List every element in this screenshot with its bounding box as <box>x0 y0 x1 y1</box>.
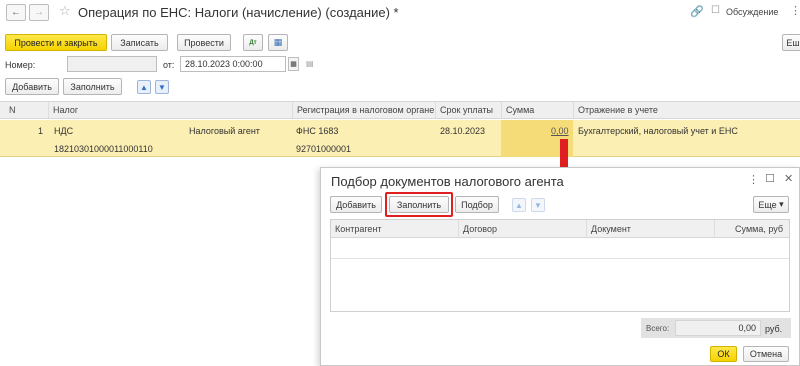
dt-kt-icon[interactable]: Дт <box>243 34 263 51</box>
post-and-close-button[interactable]: Провести и закрыть <box>5 34 107 51</box>
post-button[interactable]: Провести <box>177 34 231 51</box>
dialog-select-button[interactable]: Подбор <box>455 196 499 213</box>
total-value: 0,00 <box>675 320 761 336</box>
arrow-down-icon: ▼ <box>158 82 166 92</box>
ok-button[interactable]: ОК <box>710 346 737 362</box>
forward-button[interactable]: → <box>29 4 49 21</box>
arrow-down-icon: ▼ <box>534 200 542 210</box>
report-structure-icon[interactable]: ▦ <box>268 34 288 51</box>
dialog-title: Подбор документов налогового агента <box>331 174 564 189</box>
maximize-icon[interactable]: ☐ <box>765 172 775 185</box>
number-field[interactable] <box>67 56 157 72</box>
dialog-more-label: Еще <box>758 199 777 210</box>
column-header-tax[interactable]: Налог <box>48 102 292 118</box>
due-date-cell[interactable]: 28.10.2023 <box>440 126 485 136</box>
column-header-registration[interactable]: Регистрация в налоговом органе <box>292 102 435 118</box>
hint-icon[interactable]: ▤ <box>306 59 314 68</box>
dialog-move-down-button[interactable]: ▼ <box>531 198 545 212</box>
dialog-table-header: Контрагент Договор Документ Сумма, руб <box>331 220 789 238</box>
column-header-document[interactable]: Документ <box>586 220 631 237</box>
link-icon[interactable]: 🔗 <box>690 5 704 18</box>
more-menu-icon[interactable]: ⋮ <box>790 4 800 17</box>
currency-label: руб. <box>765 324 783 334</box>
date-field[interactable]: 28.10.2023 0:00:00 <box>180 56 286 72</box>
column-header-due-date[interactable]: Срок уплаты <box>435 102 501 118</box>
arrow-up-icon: ▲ <box>515 200 523 210</box>
column-header-n[interactable]: N <box>5 102 16 118</box>
kbk-cell[interactable]: 18210301000011000110 <box>54 144 153 154</box>
column-header-contract[interactable]: Договор <box>458 220 497 237</box>
column-header-counterparty[interactable]: Контрагент <box>331 220 382 237</box>
arrow-up-icon: ▲ <box>140 82 148 92</box>
column-header-accounting[interactable]: Отражение в учете <box>573 102 800 118</box>
registration-cell[interactable]: ФНС 1683 <box>296 126 338 136</box>
amount-cell[interactable]: 0,00 <box>551 126 569 136</box>
favorite-star-icon[interactable]: ☆ <box>59 3 71 19</box>
cancel-button[interactable]: Отмена <box>743 346 789 362</box>
total-label: Всего: <box>646 324 670 333</box>
accounting-cell[interactable]: Бухгалтерский, налоговый учет и ЕНС <box>578 126 738 136</box>
dialog-move-up-button[interactable]: ▲ <box>512 198 526 212</box>
tax-cell[interactable]: НДС <box>54 126 73 136</box>
column-header-amount[interactable]: Сумма <box>501 102 573 118</box>
date-label: от: <box>163 60 175 70</box>
close-icon[interactable]: ✕ <box>784 172 793 185</box>
dialog-fill-button[interactable]: Заполнить <box>389 196 449 213</box>
selection-dialog: Подбор документов налогового агента ⋮ ☐ … <box>320 167 800 366</box>
dialog-more-button[interactable]: Еще ▾ <box>753 196 789 213</box>
window-title: Операция по ЕНС: Налоги (начисление) (со… <box>78 5 399 20</box>
add-row-button[interactable]: Добавить <box>5 78 59 95</box>
back-button[interactable]: ← <box>6 4 26 21</box>
discussion-link[interactable]: Обсуждение <box>726 7 778 17</box>
table-header: N Налог Регистрация в налоговом органе С… <box>0 101 800 119</box>
arrow-right-icon: → <box>34 7 44 18</box>
column-header-sum[interactable]: Сумма, руб <box>714 220 789 237</box>
oktmo-cell[interactable]: 92701000001 <box>296 144 351 154</box>
row-divider <box>331 258 789 259</box>
save-button[interactable]: Записать <box>111 34 168 51</box>
move-up-button[interactable]: ▲ <box>137 80 151 94</box>
arrow-left-icon: ← <box>11 7 21 18</box>
move-down-button[interactable]: ▼ <box>155 80 169 94</box>
more-actions-button[interactable]: Еш <box>782 34 800 51</box>
table-row[interactable]: 1 НДС Налоговый агент 182103010000110001… <box>0 120 800 157</box>
fill-button[interactable]: Заполнить <box>63 78 122 95</box>
number-label: Номер: <box>5 60 36 70</box>
dialog-menu-icon[interactable]: ⋮ <box>748 173 759 186</box>
discussion-icon[interactable]: ☐ <box>711 5 720 16</box>
row-number: 1 <box>38 126 44 136</box>
tax-type-cell[interactable]: Налоговый агент <box>189 126 260 136</box>
dialog-add-button[interactable]: Добавить <box>330 196 382 213</box>
calendar-icon[interactable]: ▦ <box>288 57 299 71</box>
dialog-table: Контрагент Договор Документ Сумма, руб <box>330 219 790 312</box>
chevron-down-icon: ▾ <box>779 199 784 209</box>
